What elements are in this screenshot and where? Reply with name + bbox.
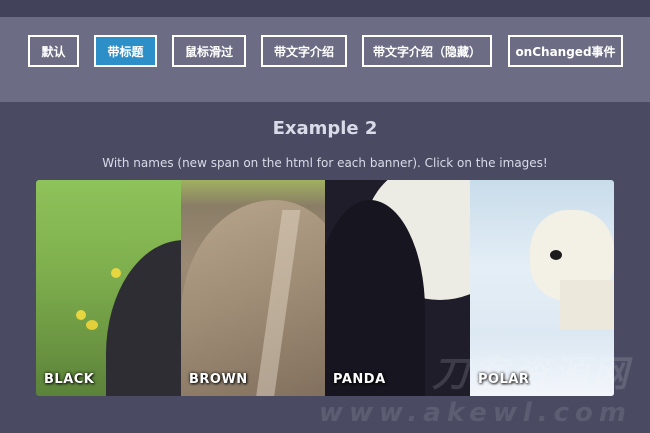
banner-label: BLACK — [44, 372, 95, 387]
watermark-url: www.akewl.com — [319, 398, 632, 428]
flower-shape — [86, 320, 98, 330]
text-intro-hidden-button[interactable]: 带文字介绍（隐藏） — [362, 35, 492, 67]
mouseover-button[interactable]: 鼠标滑过 — [172, 35, 246, 67]
page-subtitle: With names (new span on the html for eac… — [102, 156, 548, 170]
flower-shape — [111, 268, 121, 278]
default-button[interactable]: 默认 — [28, 35, 79, 67]
flower-shape — [76, 310, 86, 320]
polar-bear-nose-shape — [550, 250, 562, 260]
banner-label: BROWN — [189, 372, 248, 387]
with-title-button[interactable]: 带标题 — [94, 35, 157, 67]
banner-brown[interactable]: BROWN — [181, 180, 326, 396]
banner-label: PANDA — [333, 372, 386, 387]
onchanged-event-button[interactable]: onChanged事件 — [508, 35, 623, 67]
demo-toolbar: 默认 带标题 鼠标滑过 带文字介绍 带文字介绍（隐藏） onChanged事件 — [0, 17, 650, 102]
page-title: Example 2 — [272, 118, 378, 139]
watermark-text: 刀客资源网 — [431, 354, 632, 395]
banner-black[interactable]: BLACK — [36, 180, 181, 396]
top-strip — [0, 0, 650, 17]
bear-fur-shape — [181, 200, 326, 396]
text-intro-button[interactable]: 带文字介绍 — [261, 35, 347, 67]
bear-body-shape — [106, 240, 181, 396]
